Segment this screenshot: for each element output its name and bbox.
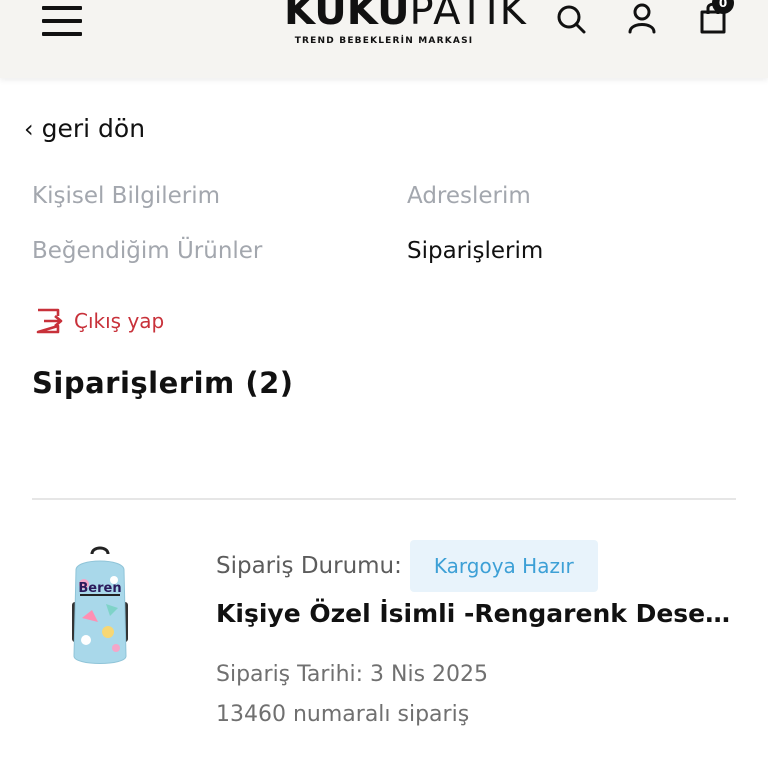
order-status-label: Sipariş Durumu: <box>216 553 402 579</box>
logo-wordmark: KUKUPATİK <box>284 0 526 34</box>
order-date: Sipariş Tarihi: 3 Nis 2025 <box>216 662 489 687</box>
order-number: 13460 numaralı sipariş <box>216 702 470 727</box>
nav-orders[interactable]: Siparişlerim <box>407 237 543 265</box>
logout-icon <box>36 308 63 334</box>
cart-icon[interactable]: 0 <box>696 0 734 36</box>
order-status-row: Sipariş Durumu: Kargoya Hazır <box>216 540 598 592</box>
user-icon[interactable] <box>625 0 659 36</box>
svg-text:Beren: Beren <box>78 581 121 596</box>
nav-personal-info[interactable]: Kişisel Bilgilerim <box>32 182 220 210</box>
back-link-label: geri dön <box>41 114 146 143</box>
site-logo[interactable]: KUKUPATİK TREND BEBEKLERİN MARKASI <box>284 0 526 52</box>
divider <box>32 498 736 500</box>
logo-thin-part: PATİK <box>409 0 528 34</box>
order-status-badge: Kargoya Hazır <box>409 540 598 592</box>
chevron-left-icon: ‹ <box>24 115 34 143</box>
menu-icon[interactable] <box>40 2 84 38</box>
search-icon[interactable] <box>554 0 588 36</box>
order-product-name[interactable]: Kişiye Özel İsimli -Rengarenk Desenli Ça… <box>216 596 736 632</box>
nav-liked-products[interactable]: Beğendiğim Ürünler <box>32 237 262 265</box>
logo-tagline: TREND BEBEKLERİN MARKASI <box>294 36 474 46</box>
site-header: KUKUPATİK TREND BEBEKLERİN MARKASI 0 <box>0 0 768 78</box>
page-title: Siparişlerim (2) <box>32 366 294 400</box>
back-link[interactable]: ‹ geri dön <box>24 114 145 144</box>
logout-button[interactable]: Çıkış yap <box>34 306 164 336</box>
logo-bold-part: KUKU <box>284 0 410 34</box>
nav-addresses[interactable]: Adreslerim <box>407 182 531 210</box>
logout-label: Çıkış yap <box>74 309 165 333</box>
product-image[interactable]: Beren <box>62 544 138 674</box>
